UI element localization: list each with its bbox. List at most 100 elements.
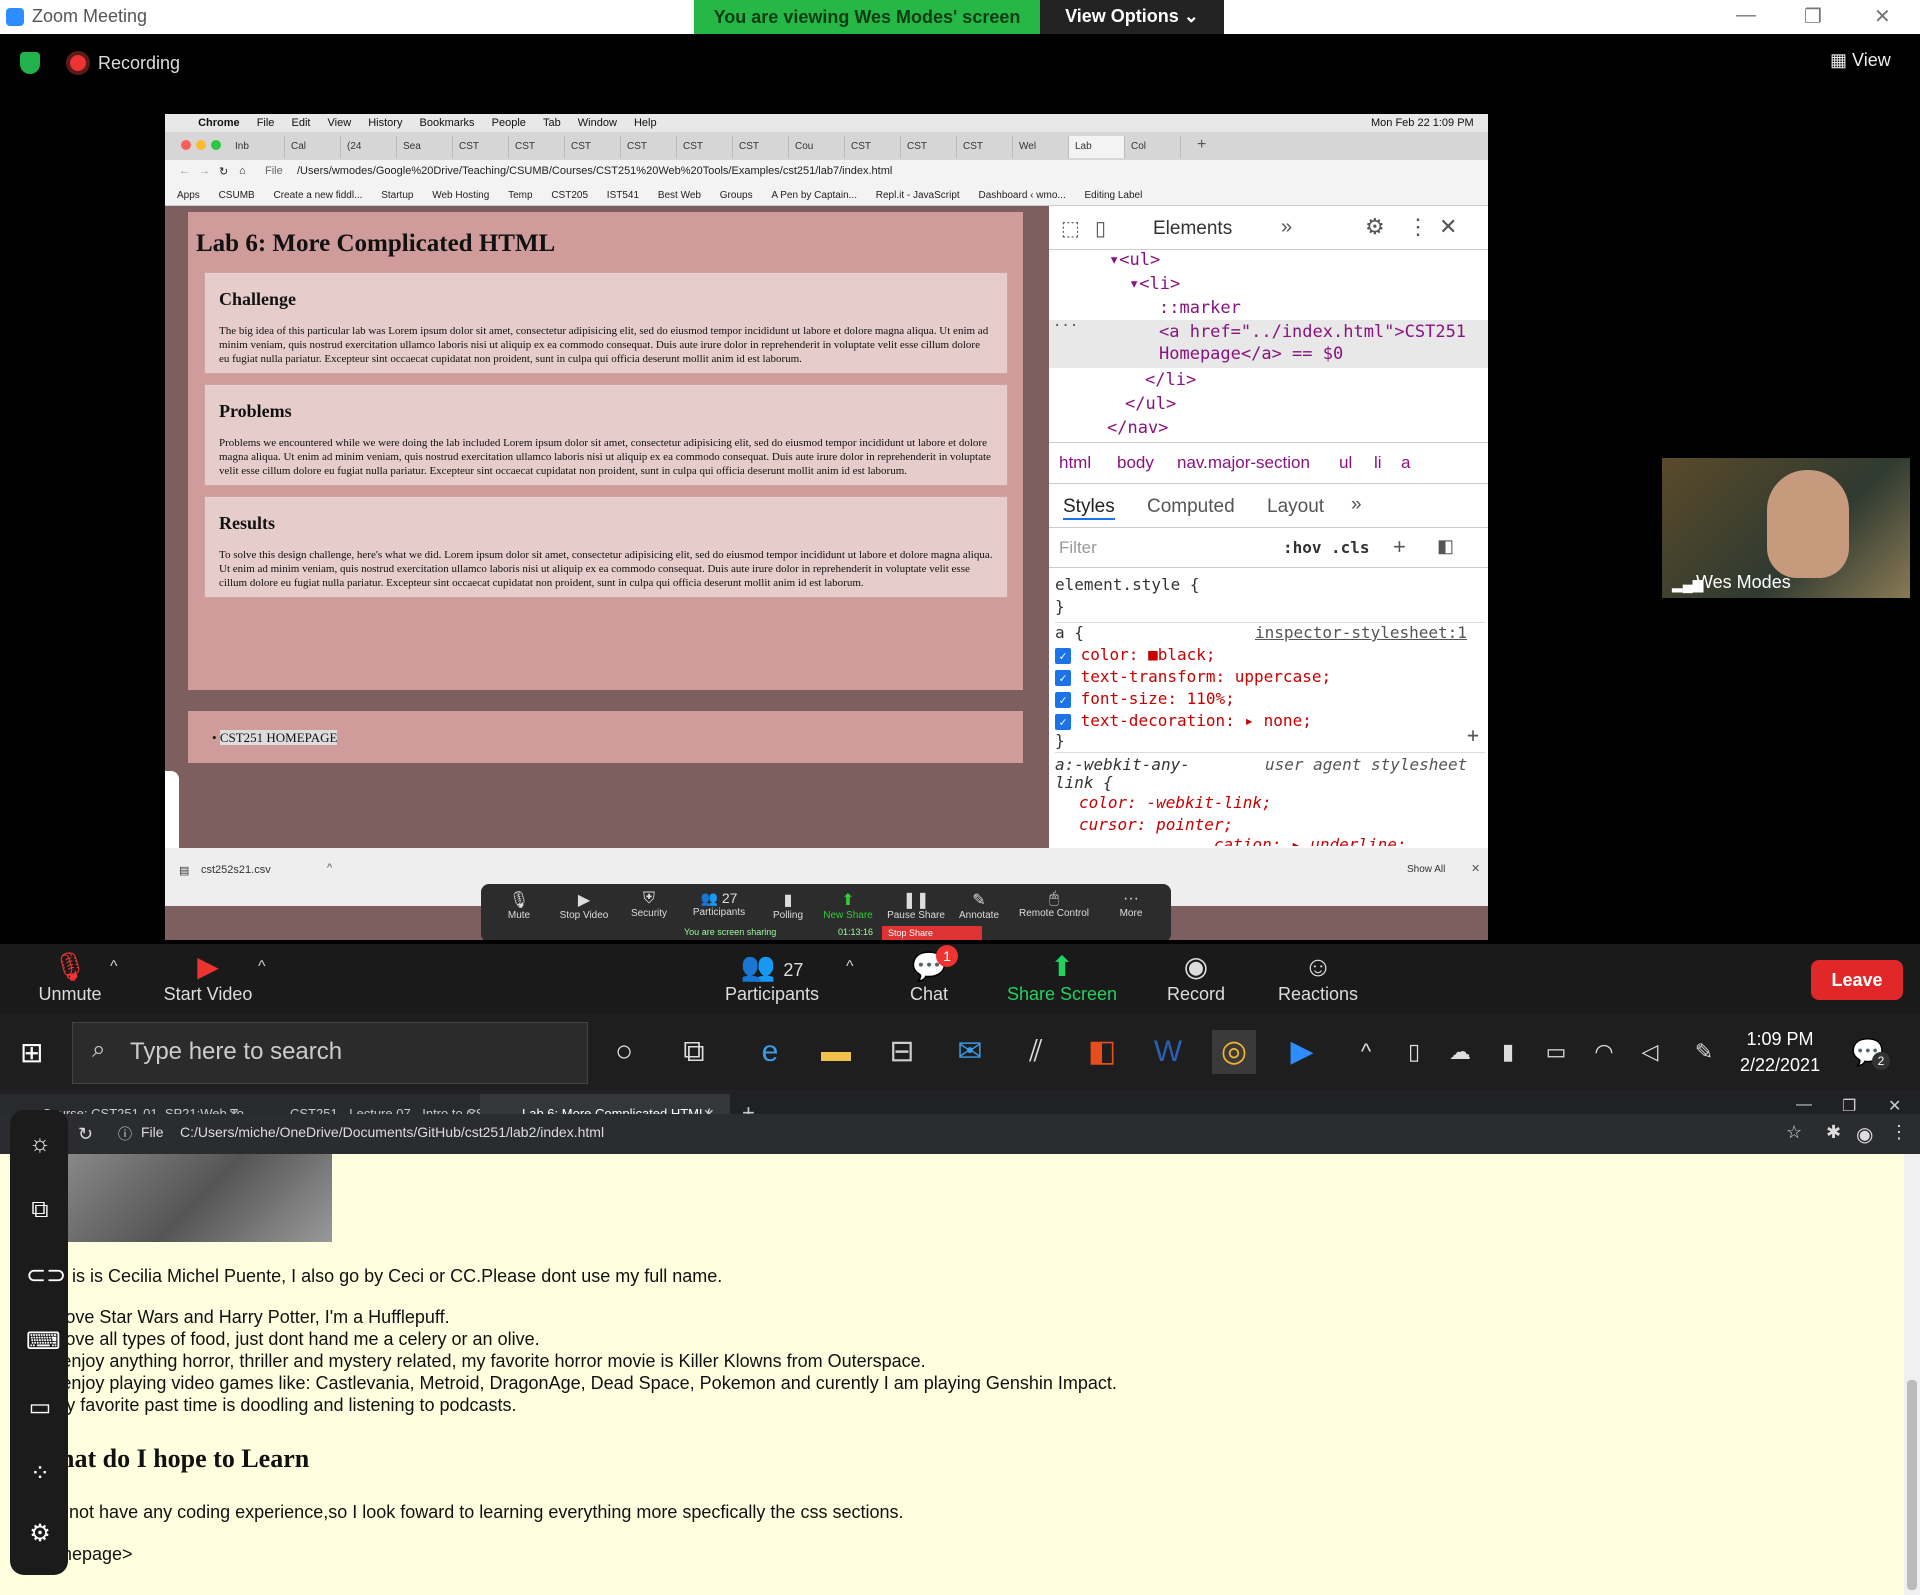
leave-button[interactable]: Leave: [1811, 960, 1903, 1000]
forward-icon[interactable]: →: [199, 165, 210, 177]
style-prop-row[interactable]: ✓ text-decoration: ▸ none;: [1055, 712, 1312, 730]
tab-computed[interactable]: Computed: [1147, 496, 1235, 518]
chrome-icon[interactable]: ◎: [1212, 1030, 1256, 1074]
link-icon[interactable]: ⊂⊃: [26, 1262, 66, 1290]
share-polling-button[interactable]: ▮ Polling: [763, 890, 813, 921]
participants-button[interactable]: 👥 27 Participants: [710, 950, 834, 1005]
checkbox-icon[interactable]: ✓: [1055, 669, 1071, 686]
bookmark-item[interactable]: Web Hosting: [432, 186, 489, 206]
close-dot-icon[interactable]: [181, 140, 191, 150]
microphone-icon[interactable]: ▮: [1486, 1030, 1530, 1074]
minimize-icon[interactable]: —: [1796, 1096, 1812, 1114]
record-button[interactable]: ◉ Record: [1156, 950, 1236, 1005]
mac-tab[interactable]: CST: [901, 136, 957, 158]
bookmark-item[interactable]: Repl.it - JavaScript: [876, 186, 960, 206]
bookmark-item[interactable]: Create a new fiddl...: [273, 186, 362, 206]
add-rule-icon[interactable]: +: [1393, 534, 1406, 560]
tab-elements[interactable]: Elements: [1153, 218, 1232, 240]
cortana-icon[interactable]: ○: [602, 1030, 646, 1074]
dom-nav-close[interactable]: </nav>: [1107, 418, 1168, 438]
device-icon[interactable]: ▯: [1095, 216, 1106, 241]
battery-icon[interactable]: ▭: [1534, 1030, 1578, 1074]
mac-tab[interactable]: CST: [845, 136, 901, 158]
brightness-icon[interactable]: ☼: [26, 1130, 54, 1158]
restore-icon[interactable]: ❐: [1804, 4, 1822, 29]
star-icon[interactable]: ☆: [1786, 1122, 1802, 1143]
bookmark-item[interactable]: CSUMB: [219, 186, 255, 206]
word-icon[interactable]: W: [1146, 1030, 1190, 1074]
share-new-share-button[interactable]: ⬆ New Share: [817, 890, 879, 921]
show-all-button[interactable]: Show All: [1407, 864, 1445, 875]
task-view-icon[interactable]: ⧉: [672, 1030, 716, 1074]
keyboard-icon[interactable]: ⌨: [26, 1328, 61, 1356]
menu-file[interactable]: File: [257, 114, 275, 132]
mac-tab[interactable]: CST: [509, 136, 565, 158]
extensions-icon[interactable]: ✱: [1826, 1122, 1841, 1143]
checkbox-icon[interactable]: ✓: [1055, 647, 1071, 664]
menu-people[interactable]: People: [492, 114, 526, 132]
menu-view[interactable]: View: [328, 114, 352, 132]
reload-icon[interactable]: ↻: [78, 1124, 93, 1145]
participants-options-icon[interactable]: ^: [846, 958, 854, 976]
close-icon[interactable]: ✕: [1471, 862, 1480, 875]
menu-chrome[interactable]: Chrome: [198, 114, 240, 132]
bookmark-item[interactable]: Groups: [720, 186, 753, 206]
breadcrumb-item[interactable]: body: [1117, 453, 1154, 473]
dom-ul-close[interactable]: </ul>: [1125, 394, 1176, 414]
audio-options-icon[interactable]: ^: [110, 958, 118, 976]
checkbox-icon[interactable]: ✓: [1055, 691, 1071, 708]
tab-layout[interactable]: Layout: [1267, 496, 1324, 518]
download-filename[interactable]: cst252s21.csv: [201, 864, 271, 876]
edge-icon[interactable]: e: [748, 1030, 792, 1074]
mac-tab[interactable]: Cou: [789, 136, 845, 158]
start-video-button[interactable]: ▶ Start Video: [150, 950, 266, 1005]
restore-icon[interactable]: ❐: [1842, 1096, 1856, 1116]
close-icon[interactable]: ✕: [1888, 1096, 1901, 1116]
new-tab-icon[interactable]: +: [1197, 136, 1206, 154]
mac-tab[interactable]: CST: [733, 136, 789, 158]
filter-input[interactable]: Filter: [1059, 538, 1097, 558]
menu-history[interactable]: History: [368, 114, 402, 132]
mac-tab[interactable]: CST: [621, 136, 677, 158]
reactions-button[interactable]: ☺ Reactions: [1270, 950, 1366, 1005]
menu-help[interactable]: Help: [634, 114, 657, 132]
inspect-icon[interactable]: ⬚: [1061, 216, 1080, 241]
checkbox-icon[interactable]: ✓: [1055, 713, 1071, 730]
copy-icon[interactable]: ⧉: [26, 1196, 54, 1224]
share-security-button[interactable]: ⛨ Security: [621, 890, 677, 919]
share-annotate-button[interactable]: ✎ Annotate: [951, 890, 1007, 921]
taskbar-clock[interactable]: 1:09 PM 2/22/2021: [1740, 1026, 1820, 1078]
volume-icon[interactable]: ◁: [1628, 1030, 1672, 1074]
breadcrumb-item[interactable]: ul: [1339, 453, 1352, 473]
breadcrumb-item[interactable]: li: [1374, 453, 1382, 473]
mail-icon[interactable]: ✉: [948, 1030, 992, 1074]
share-screen-button[interactable]: ⬆ Share Screen: [1002, 950, 1122, 1005]
windows-start-icon[interactable]: ⊞: [20, 1036, 43, 1069]
mac-tab[interactable]: Cal: [285, 136, 341, 158]
share-pause-button[interactable]: ❚❚ Pause Share: [885, 890, 947, 921]
onedrive-icon[interactable]: ☁: [1438, 1030, 1482, 1074]
apps-icon[interactable]: ⁘: [26, 1460, 54, 1488]
ellipsis-icon[interactable]: ···: [1053, 318, 1078, 334]
stop-share-button[interactable]: Stop Share: [882, 926, 982, 940]
cls-toggle[interactable]: .cls: [1331, 538, 1370, 557]
share-stop-video-button[interactable]: ▶ Stop Video: [551, 890, 617, 921]
sidebar-toggle-icon[interactable]: ◧: [1437, 536, 1454, 557]
bookmark-item[interactable]: CST205: [551, 186, 588, 206]
mac-tab[interactable]: CST: [677, 136, 733, 158]
mac-tab[interactable]: Wel: [1013, 136, 1069, 158]
mac-tab[interactable]: Sea: [397, 136, 453, 158]
menu-tab[interactable]: Tab: [543, 114, 561, 132]
share-participants-button[interactable]: 👥 27 Participants: [681, 890, 757, 918]
zoom-app-icon[interactable]: ▶: [1280, 1030, 1324, 1074]
mac-tab[interactable]: Col: [1125, 136, 1181, 158]
add-property-icon[interactable]: +: [1467, 725, 1479, 745]
dom-ul[interactable]: ▾<ul>: [1109, 250, 1160, 270]
shield-icon[interactable]: [20, 52, 40, 74]
menu-window[interactable]: Window: [578, 114, 617, 132]
wifi-icon[interactable]: ◠: [1582, 1030, 1626, 1074]
unmute-button[interactable]: 🎙 Unmute: [20, 950, 120, 1005]
mac-tab-active[interactable]: Lab: [1069, 136, 1125, 158]
bookmark-item[interactable]: IST541: [607, 186, 639, 206]
rule-selector[interactable]: a {: [1055, 624, 1084, 642]
